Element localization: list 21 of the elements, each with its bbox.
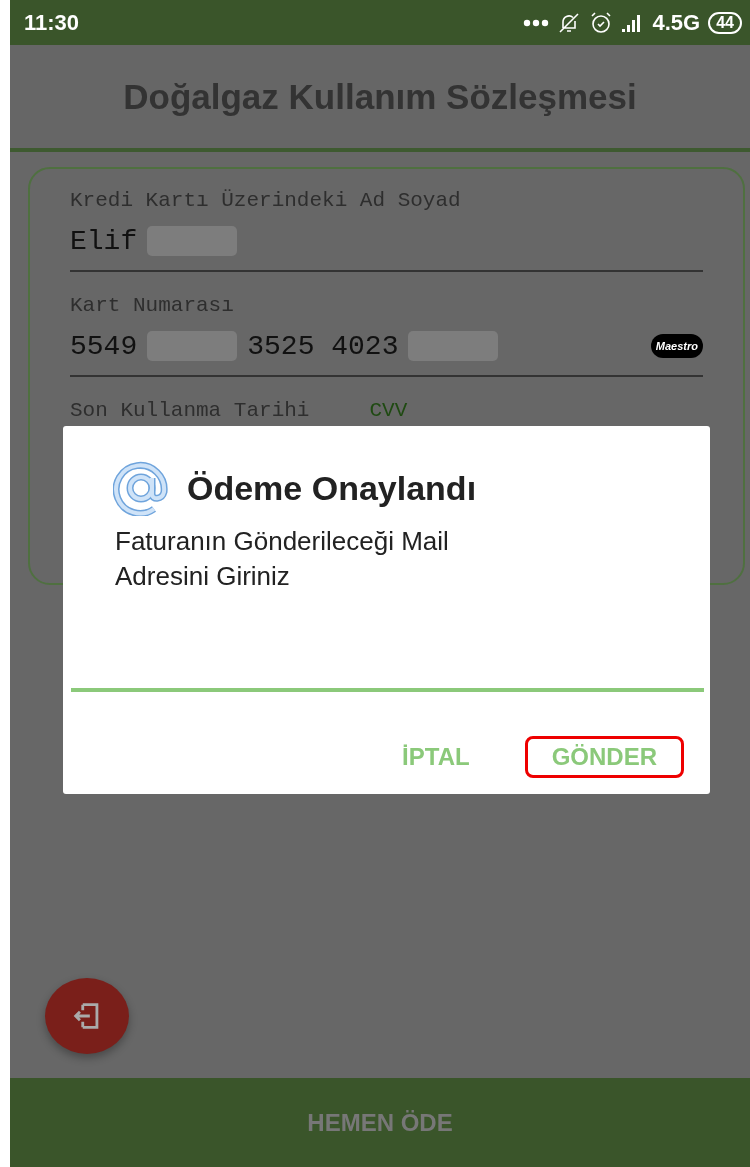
dialog-title: Ödeme Onaylandı [187, 468, 477, 508]
pay-button[interactable]: HEMEN ÖDE [10, 1078, 750, 1167]
dialog-button[interactable]: İPTAL [375, 736, 497, 778]
status-time: 11:30 [24, 9, 80, 36]
battery-level: 44 [708, 11, 742, 34]
dialog-button[interactable]: GÖNDER [524, 736, 684, 778]
dialog-message: Faturanın Gönderileceği Mail Adresini Giriniz [114, 525, 450, 593]
field-label: Kart Numarası [70, 294, 235, 317]
at-sign-icon [113, 460, 169, 516]
input-field[interactable]: Elif [70, 212, 703, 272]
field-label: Kredi Kartı Üzerindeki Ad Soyad [70, 189, 462, 212]
input-field[interactable]: 5549 3525 4023 Maestro [70, 317, 703, 377]
field-label: CVV [369, 399, 408, 422]
field-value: 3525 4023 [247, 330, 399, 362]
field-label: Son Kullanma Tarihi [70, 399, 310, 422]
card-logo: Maestro [650, 334, 703, 358]
more-dots-icon [522, 18, 549, 27]
field-value: 5549 [70, 330, 138, 362]
exit-button[interactable] [45, 978, 129, 1054]
field-value: Elif [70, 225, 138, 257]
network-type: 4.5G [652, 9, 701, 36]
